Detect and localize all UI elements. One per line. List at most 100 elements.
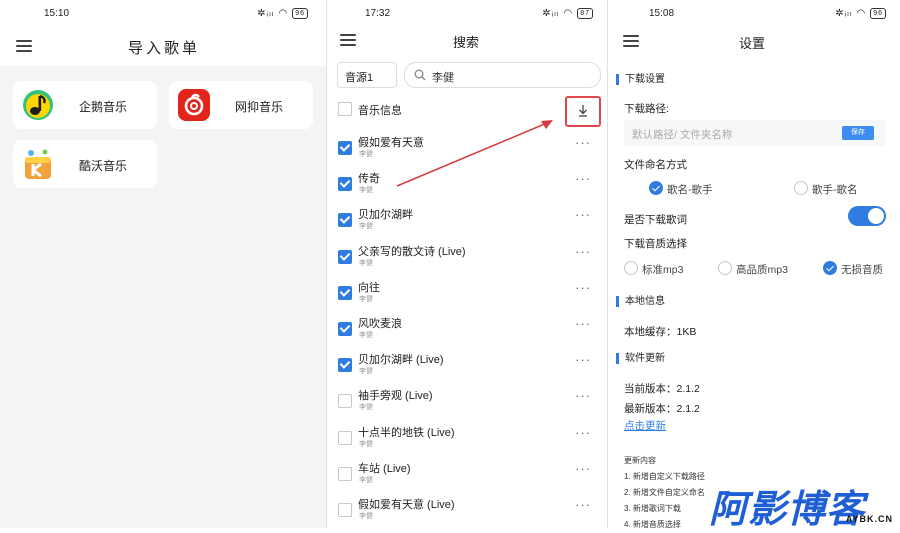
more-options-icon[interactable]: ··· <box>575 388 591 403</box>
battery-icon: 87 <box>577 8 593 19</box>
more-options-icon[interactable]: ··· <box>575 352 591 367</box>
naming-radio-artist-song[interactable] <box>794 181 808 195</box>
song-checkbox[interactable] <box>338 322 352 336</box>
menu-icon[interactable] <box>340 34 356 46</box>
download-icon <box>579 105 587 117</box>
download-path-placeholder: 默认路径/ 文件夹名称 <box>632 129 733 141</box>
source-card-qq[interactable]: 企鹅音乐 <box>13 81 157 129</box>
song-checkbox[interactable] <box>338 430 352 445</box>
quality-label: 下载音质选择 <box>624 238 687 250</box>
wifi-icon: ◠ <box>278 8 289 19</box>
current-version: 当前版本：2.1.2 <box>624 383 700 395</box>
search-icon <box>414 69 426 81</box>
search-input[interactable]: 李健 <box>404 62 601 88</box>
lyrics-toggle[interactable] <box>848 206 886 226</box>
download-button[interactable] <box>565 96 601 127</box>
more-options-icon[interactable]: ··· <box>575 461 591 476</box>
song-artist: 李健 <box>359 440 373 448</box>
song-checkbox[interactable] <box>338 503 352 517</box>
more-options-icon[interactable]: ··· <box>575 497 591 512</box>
source-label-qq: 企鹅音乐 <box>79 100 128 114</box>
search-value: 李健 <box>432 72 454 84</box>
source-select[interactable]: 音源1 ⌄ <box>337 62 397 88</box>
song-checkbox[interactable] <box>338 358 352 373</box>
chevron-down-icon: ⌄ <box>345 68 354 79</box>
song-artist: 李健 <box>359 513 373 520</box>
lyrics-label: 是否下载歌词 <box>624 214 687 226</box>
signal-icon: ✲ᵢₗₗ <box>257 8 275 19</box>
song-artist: 李健 <box>359 476 373 484</box>
song-checkbox[interactable] <box>338 141 352 155</box>
naming-label: 文件命名方式 <box>624 159 687 171</box>
status-bar: 15:10 ✲ᵢₗₗ ◠ 96 <box>0 6 326 24</box>
wifi-icon: ◠ <box>563 8 574 19</box>
status-icons: ✲ᵢₗₗ ◠ 96 <box>257 8 308 19</box>
song-checkbox[interactable] <box>338 177 352 192</box>
song-artist: 李健 <box>359 404 373 412</box>
menu-icon[interactable] <box>16 40 32 52</box>
more-options-icon[interactable]: ··· <box>575 316 591 331</box>
select-all-checkbox[interactable] <box>338 102 352 116</box>
song-title: 风吹麦浪 <box>358 318 402 330</box>
source-card-netease[interactable]: 网抑音乐 <box>169 81 313 129</box>
music-info-header: 音乐信息 <box>358 105 402 117</box>
song-artist: 李健 <box>359 295 373 303</box>
latest-version: 最新版本：2.1.2 <box>624 403 700 415</box>
naming-radio-song-artist[interactable] <box>649 181 663 195</box>
settings-screen: 15:08 ✲ᵢₗₗ ◠ 96 设置 下载设置 下载路径: 默认路径/ 文件夹名… <box>608 0 900 528</box>
song-row[interactable]: 假如爱有天意 (Live) 李健 ··· <box>327 493 607 528</box>
quality-radio-lossless[interactable] <box>823 261 837 275</box>
song-checkbox[interactable] <box>338 466 352 481</box>
song-title: 车站 (Live) <box>358 462 411 475</box>
quality-option-standard: 标准mp3 <box>642 264 684 276</box>
quality-radio-standard[interactable] <box>624 261 638 275</box>
source-card-kuwo[interactable]: 酷沃音乐 <box>13 140 157 188</box>
toggle-knob <box>868 208 884 224</box>
song-row[interactable]: 风吹麦浪 李健 ··· <box>327 312 607 348</box>
update-link[interactable]: 点击更新 <box>624 418 666 433</box>
song-title: 袖手旁观 (Live) <box>358 390 433 403</box>
song-checkbox[interactable] <box>338 213 352 228</box>
more-options-icon[interactable]: ··· <box>575 207 591 222</box>
song-checkbox[interactable] <box>338 249 352 264</box>
watermark-domain: AYBK.CN <box>845 514 893 524</box>
cache-info: 本地缓存：1KB <box>624 326 697 338</box>
song-title: 十点半的地铁 (Live) <box>358 426 455 439</box>
changelog-item: 1. 新增自定义下载路径 <box>624 472 705 481</box>
kuwo-music-logo-icon <box>25 149 51 179</box>
quality-radio-high[interactable] <box>718 261 732 275</box>
song-row[interactable]: 贝加尔湖畔 李健 ··· <box>327 203 607 239</box>
song-title: 贝加尔湖畔 <box>358 209 413 222</box>
song-row[interactable]: 贝加尔湖畔 (Live) 李健 ··· <box>327 348 607 384</box>
song-row[interactable]: 传奇 李健 ··· <box>327 167 607 203</box>
more-options-icon[interactable]: ··· <box>575 171 591 186</box>
more-options-icon[interactable]: ··· <box>575 425 591 440</box>
changelog-item: 4. 新增音质选择 <box>624 520 681 528</box>
more-options-icon[interactable]: ··· <box>575 135 591 150</box>
save-button[interactable]: 保存 <box>842 126 874 140</box>
song-title: 传奇 <box>358 173 380 186</box>
status-time: 17:32 <box>365 8 391 19</box>
song-checkbox[interactable] <box>338 285 352 300</box>
song-row[interactable]: 十点半的地铁 (Live) 李健 ··· <box>327 421 607 457</box>
page-title: 设置 <box>739 36 766 51</box>
song-row[interactable]: 袖手旁观 (Live) 李健 ··· <box>327 384 607 420</box>
quality-option-lossless: 无损音质 <box>841 264 883 276</box>
song-row[interactable]: 向往 李健 ··· <box>327 276 607 312</box>
page-title: 搜索 <box>453 35 480 50</box>
song-row[interactable]: 父亲写的散文诗 (Live) 李健 ··· <box>327 240 607 276</box>
naming-option-song-artist: 歌名-歌手 <box>667 184 713 196</box>
song-row[interactable]: 车站 (Live) 李健 ··· <box>327 457 607 493</box>
more-options-icon[interactable]: ··· <box>575 244 591 259</box>
song-title: 假如爱有天意 <box>358 137 424 149</box>
status-bar: 17:32 ✲ᵢₗₗ ◠ 87 <box>327 6 607 24</box>
more-options-icon[interactable]: ··· <box>575 280 591 295</box>
changelog-item: 3. 新增歌词下载 <box>624 504 681 513</box>
song-title: 假如爱有天意 (Live) <box>358 499 455 511</box>
download-path-label: 下载路径: <box>624 103 669 115</box>
song-row[interactable]: 假如爱有天意 李健 ··· <box>327 131 607 167</box>
song-title: 贝加尔湖畔 (Live) <box>358 354 444 367</box>
menu-icon[interactable] <box>623 35 639 47</box>
song-checkbox[interactable] <box>338 394 352 409</box>
status-bar: 15:08 ✲ᵢₗₗ ◠ 96 <box>608 6 900 24</box>
